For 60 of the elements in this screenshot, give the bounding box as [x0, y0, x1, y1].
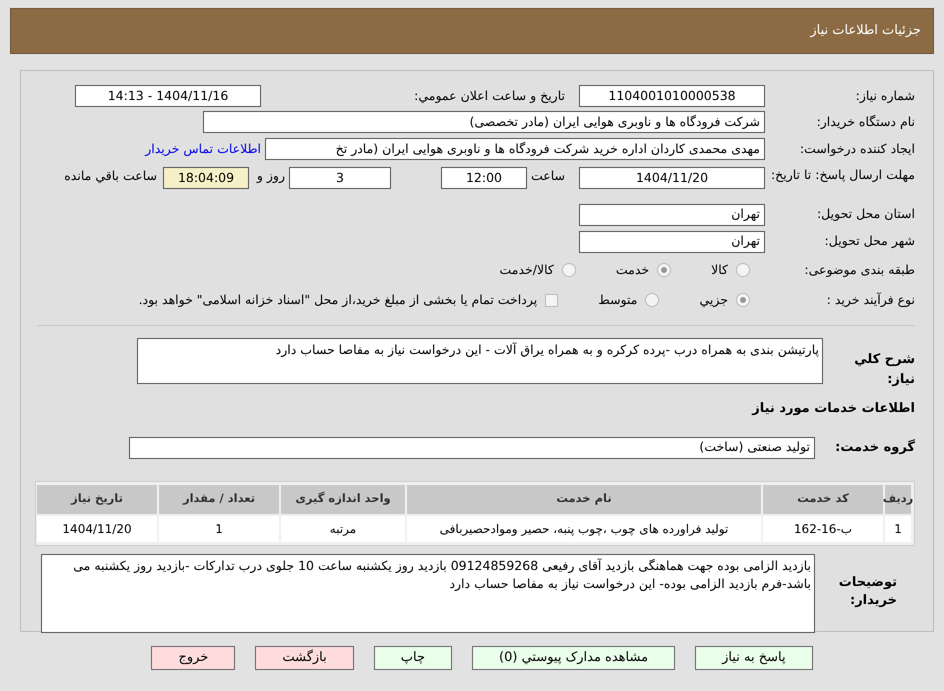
radio-label: متوسط: [598, 290, 638, 309]
text-field[interactable]: 1104001010000538: [579, 85, 765, 107]
field-label: ایجاد کننده درخواست:: [798, 140, 915, 158]
text-field[interactable]: تهران: [579, 230, 765, 252]
radio-button[interactable]: [736, 263, 750, 277]
contact-link[interactable]: اطلاعات تماس خریدار: [145, 140, 265, 158]
field-label: توضیحات خریدار:: [838, 574, 898, 610]
notes-textarea[interactable]: بازدید الزامی بوده جهت هماهنگی بازدید آقای رفیعی 09124859268 بازدید روز یکشنبه ساعت 10 جلوی درب تدارکات -بازدید روز یکشنبه می باشد-فرم بازدید الزامی بوده- این درخواست نیاز به مفاصا حساب دارد: [41, 554, 815, 632]
text-field[interactable]: 12:00: [441, 167, 527, 189]
field-label: نوع فرآیند خرید :: [826, 290, 915, 309]
column-header: نام خدمت: [407, 484, 761, 514]
field-label: روز و: [255, 167, 286, 185]
field-label: نام دستگاه خریدار:: [816, 112, 915, 131]
remaining-time: 18:04:09: [163, 167, 249, 189]
text-field[interactable]: تولید صنعتی (ساخت): [129, 436, 815, 458]
field-label: تاريخ و ساعت اعلان عمومي:: [413, 86, 566, 105]
field-label: طبقه بندی موضوعی:: [803, 260, 915, 279]
table-cell: 1: [159, 516, 279, 542]
text-field[interactable]: شرکت فرودگاه ها و ناوبری هوایی ایران (مادر تخصصی): [203, 111, 765, 133]
table-cell: مرتبه: [281, 516, 405, 542]
text-field[interactable]: 1404/11/16 - 14:13: [75, 85, 261, 107]
table-cell: 1: [885, 516, 911, 542]
radio-button[interactable]: [657, 263, 672, 277]
radio-label: کالا/خدمت: [499, 260, 554, 279]
radio-label: جزيي: [699, 290, 728, 309]
field-label: گروه خدمت:: [834, 438, 915, 457]
action-button[interactable]: بازگشت: [255, 646, 354, 670]
table-cell: 1404/11/20: [37, 516, 157, 542]
field-label: مهلت ارسال پاسخ: تا تاریخ:: [770, 167, 915, 183]
table-cell: ب-16-162: [763, 516, 883, 542]
text-field[interactable]: 1404/11/20: [579, 167, 765, 189]
action-button[interactable]: خروج: [151, 646, 236, 670]
field-label: ساعت باقي مانده: [63, 167, 158, 185]
radio-button[interactable]: [645, 293, 660, 307]
field-label: شرح كلي نياز:: [853, 351, 915, 388]
text-field[interactable]: تهران: [579, 204, 765, 226]
table-cell: تولید فراورده های چوب ،چوب پنبه، حصیر وموادحصیربافی: [407, 516, 761, 542]
field-label: شماره نیاز:: [854, 86, 915, 105]
description-textarea[interactable]: پارتیشن بندی به همراه درب -پرده کرکره و به همراه یراق آلات - این درخواست نیاز به مفاصا حساب دارد: [137, 338, 823, 384]
column-header: رديف: [885, 484, 911, 514]
column-header: کد خدمت: [763, 484, 883, 514]
section-heading: اطلاعات خدمات مورد نياز: [750, 400, 915, 418]
field-label: استان محل تحویل:: [816, 205, 915, 224]
column-header: واحد اندازه گیری: [281, 484, 405, 514]
checkbox-label: پرداخت تمام یا بخشی از مبلغ خرید،از محل "اسناد خزانه اسلامی" خواهد بود.: [138, 290, 538, 309]
column-header: تاریخ نیاز: [37, 484, 157, 514]
checkbox[interactable]: [545, 294, 558, 306]
radio-label: کالا: [711, 260, 728, 279]
radio-button[interactable]: [562, 263, 576, 277]
field-label: شهر محل تحویل:: [824, 232, 915, 250]
radio-label: خدمت: [616, 260, 650, 279]
text-field[interactable]: 3: [289, 167, 391, 189]
text-field[interactable]: مهدی محمدی کاردان اداره خرید شرکت فرودگاه ها و ناوبری هوایی ایران (مادر تخ: [265, 138, 765, 160]
action-button[interactable]: مشاهده مدارک پیوستي (0): [472, 646, 676, 670]
action-button[interactable]: پاسخ به نیاز: [695, 646, 813, 670]
action-button[interactable]: چاپ: [374, 646, 452, 670]
radio-button[interactable]: [736, 293, 750, 307]
field-label: ساعت: [530, 167, 566, 185]
page-title: جزئیات اطلاعات نیاز: [810, 22, 921, 40]
column-header: تعداد / مقدار: [159, 484, 279, 514]
